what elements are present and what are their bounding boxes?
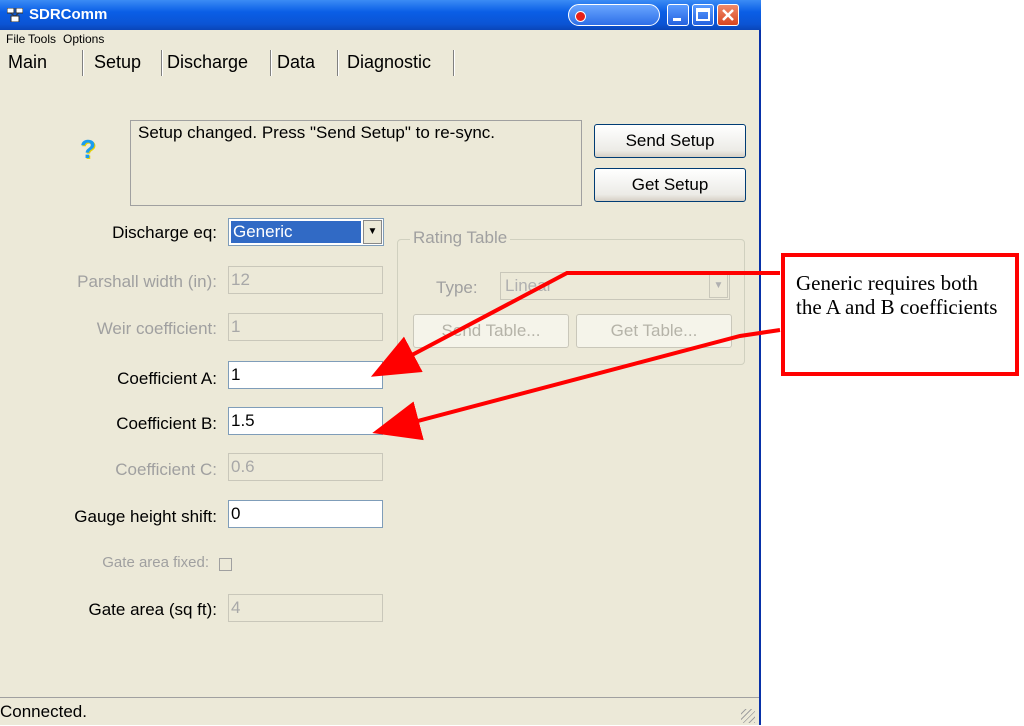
gate-area-fixed-checkbox[interactable] <box>219 558 232 571</box>
get-table-button[interactable]: Get Table... <box>576 314 732 348</box>
parshall-width-label: Parshall width (in): <box>77 272 217 291</box>
tab-data[interactable]: Data <box>277 48 315 76</box>
record-icon <box>575 11 586 22</box>
coefficient-c-label: Coefficient C: <box>115 460 217 479</box>
resize-grip-icon[interactable] <box>741 709 755 723</box>
menu-file[interactable]: File <box>6 32 25 46</box>
coefficient-a-label: Coefficient A: <box>117 369 217 388</box>
title-bar[interactable]: SDRComm <box>0 0 761 30</box>
gate-area-fixed-label: Gate area fixed: <box>102 554 209 571</box>
titlebar-extra-button[interactable] <box>568 4 660 26</box>
tab-divider <box>161 50 163 76</box>
tab-strip: Main Setup Discharge Data Diagnostic <box>0 48 759 78</box>
app-window: SDRComm File Tools Options Main Setup Di… <box>0 0 761 725</box>
get-setup-button[interactable]: Get Setup <box>594 168 746 202</box>
chevron-down-icon[interactable]: ▼ <box>709 274 728 298</box>
coefficient-a-field[interactable]: 1 <box>228 361 383 389</box>
weir-coefficient-label: Weir coefficient: <box>96 319 217 338</box>
chevron-down-icon[interactable]: ▼ <box>363 220 382 244</box>
menu-tools[interactable]: Tools <box>28 32 56 46</box>
status-text: Connected. <box>0 702 87 721</box>
close-button[interactable] <box>717 4 739 26</box>
menu-options[interactable]: Options <box>63 32 104 46</box>
send-setup-button[interactable]: Send Setup <box>594 124 746 158</box>
minimize-icon <box>673 18 681 21</box>
tab-setup[interactable]: Setup <box>94 48 141 76</box>
discharge-eq-select[interactable]: Generic ▼ <box>228 218 384 246</box>
coefficient-c-field[interactable]: 0.6 <box>228 453 383 481</box>
maximize-icon <box>696 8 710 21</box>
status-bar: Connected. <box>0 697 759 726</box>
annotation-text: Generic requires both the A and B coeffi… <box>796 271 998 319</box>
weir-coefficient-field[interactable]: 1 <box>228 313 383 341</box>
tab-divider <box>82 50 84 76</box>
coefficient-b-label: Coefficient B: <box>116 414 217 433</box>
send-table-button[interactable]: Send Table... <box>413 314 569 348</box>
coefficient-b-field[interactable]: 1.5 <box>228 407 383 435</box>
window-title: SDRComm <box>29 6 108 23</box>
gauge-height-shift-label: Gauge height shift: <box>74 507 217 526</box>
rating-type-label: Type: <box>436 278 478 297</box>
tab-divider <box>453 50 455 76</box>
discharge-eq-value: Generic <box>231 221 361 243</box>
maximize-button[interactable] <box>692 4 714 26</box>
tab-discharge[interactable]: Discharge <box>167 48 249 76</box>
tab-main[interactable]: Main <box>8 48 47 76</box>
parshall-width-field[interactable]: 12 <box>228 266 383 294</box>
close-icon <box>722 9 734 21</box>
gauge-height-shift-field[interactable]: 0 <box>228 500 383 528</box>
rating-type-value: Linear <box>505 276 553 295</box>
gate-area-field[interactable]: 4 <box>228 594 383 622</box>
minimize-button[interactable] <box>667 4 689 26</box>
rating-table-title: Rating Table <box>410 228 511 248</box>
tab-divider <box>337 50 339 76</box>
app-icon <box>7 8 23 22</box>
question-icon: ? <box>80 134 96 164</box>
tab-divider <box>270 50 272 76</box>
gate-area-label: Gate area (sq ft): <box>88 600 218 619</box>
rating-type-select[interactable]: Linear ▼ <box>500 272 730 300</box>
message-text: Setup changed. Press "Send Setup" to re-… <box>138 123 495 142</box>
menu-bar: File Tools Options <box>0 30 759 48</box>
discharge-eq-label: Discharge eq: <box>112 223 217 242</box>
tab-diagnostic[interactable]: Diagnostic <box>347 48 431 76</box>
